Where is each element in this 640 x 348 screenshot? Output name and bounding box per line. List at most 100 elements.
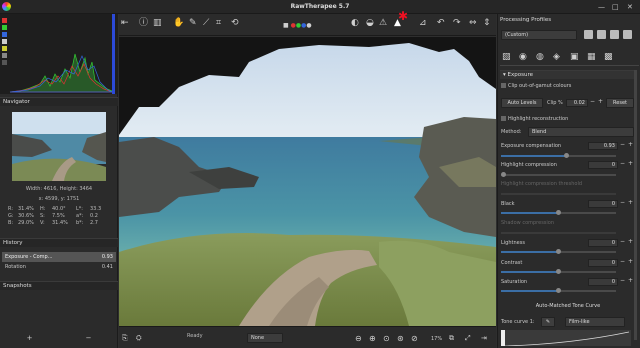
white-balance-picker-icon[interactable]: ✎: [189, 18, 197, 29]
exposure-compensation-slider[interactable]: [501, 153, 616, 158]
increase-button[interactable]: +: [628, 160, 633, 167]
hide-left-panel-icon[interactable]: ⇤: [121, 18, 129, 29]
tone-curve-graph[interactable]: [501, 330, 631, 346]
contrast-value[interactable]: 0: [588, 259, 618, 267]
navigator-thumbnail[interactable]: [12, 112, 106, 181]
histogram-graph: [9, 14, 115, 94]
new-window-icon[interactable]: ⧉: [449, 333, 454, 344]
shadow-compression-slider: [501, 232, 616, 234]
shadow-clip-icon[interactable]: ◒: [366, 18, 374, 29]
contrast-slider[interactable]: [501, 269, 616, 274]
auto-levels-button[interactable]: Auto Levels: [501, 98, 543, 108]
decrease-button[interactable]: −: [620, 258, 625, 265]
snapshots-header[interactable]: Snapshots: [0, 281, 118, 290]
increase-button[interactable]: +: [628, 199, 633, 206]
before-after-icon[interactable]: ▥: [153, 18, 162, 29]
maximize-button[interactable]: □: [612, 3, 619, 11]
saturation-value[interactable]: 0: [588, 278, 618, 286]
tab-advanced[interactable]: ◈: [553, 52, 560, 63]
exposure-compensation-value[interactable]: 0.93: [588, 142, 618, 150]
flip-vertical-icon[interactable]: ⇕: [483, 18, 491, 29]
increase-button[interactable]: +: [628, 238, 633, 245]
exposure-section-header[interactable]: ▾ Exposure: [500, 70, 637, 79]
lightness-slider[interactable]: [501, 249, 616, 254]
tone-curve-mode-select[interactable]: Film-like: [565, 317, 625, 327]
history-header[interactable]: History: [0, 238, 118, 247]
clip-decrease-button[interactable]: −: [590, 98, 595, 105]
save-profile-icon[interactable]: [597, 30, 606, 39]
tab-metadata[interactable]: ▩: [604, 52, 613, 63]
tab-transform[interactable]: ▣: [570, 52, 579, 63]
minimize-button[interactable]: —: [598, 3, 605, 11]
decrease-button[interactable]: −: [620, 277, 625, 284]
hide-right-panel-icon[interactable]: ⇥: [481, 333, 487, 344]
clip-increase-button[interactable]: +: [598, 98, 603, 105]
highlight-threshold-slider: [501, 193, 616, 195]
info-icon[interactable]: ⓘ: [139, 18, 148, 29]
profile-select[interactable]: (Custom): [501, 30, 577, 40]
history-item[interactable]: Exposure - Comp... 0.93: [2, 252, 116, 262]
increase-button[interactable]: +: [628, 258, 633, 265]
highlight-compression-value[interactable]: 0: [588, 161, 618, 169]
zoom-out-icon[interactable]: ⊖: [355, 333, 362, 344]
gamut-warning-icon[interactable]: ⚠: [379, 18, 387, 29]
remove-snapshot-button[interactable]: −: [86, 334, 92, 344]
fullscreen-icon[interactable]: ⤢: [465, 333, 471, 344]
image-preview[interactable]: [119, 37, 496, 326]
zoom-level: 17%: [431, 336, 443, 342]
decrease-button[interactable]: −: [620, 199, 625, 206]
history-item[interactable]: Rotation 0.41: [2, 262, 116, 272]
increase-button[interactable]: +: [628, 141, 633, 148]
lightness-value[interactable]: 0: [588, 239, 618, 247]
navigator-header[interactable]: Navigator: [0, 97, 118, 106]
saturation-slider[interactable]: [501, 288, 616, 293]
status-bar: ⎘ ⛭ Ready None ⊖ ⊕ ⊙ ⊛ ⊘ 17% ⧉ ⤢ ⇥: [119, 326, 496, 348]
hand-tool-icon[interactable]: ✋: [173, 18, 184, 29]
clip-percent-input[interactable]: 0.02: [566, 99, 588, 107]
histogram: [0, 14, 118, 94]
preview-channel-icons[interactable]: ■ ●●●●: [283, 20, 312, 31]
reset-button[interactable]: Reset: [606, 98, 634, 108]
highlight-reconstruction-checkbox[interactable]: Highlight reconstruction: [501, 115, 631, 124]
tab-raw[interactable]: ▦: [587, 52, 596, 63]
histogram-toggle-icon[interactable]: ⊿: [419, 18, 427, 29]
zoom-100-icon[interactable]: ⊛: [397, 333, 404, 344]
zoom-fit-icon[interactable]: ⊙: [383, 333, 390, 344]
add-snapshot-button[interactable]: +: [27, 334, 33, 344]
tab-exposure[interactable]: ▧: [502, 52, 511, 63]
focus-mask-icon[interactable]: ◐: [351, 18, 359, 29]
status-text: Ready: [187, 333, 203, 339]
flip-horizontal-icon[interactable]: ⇔: [469, 18, 477, 29]
decrease-button[interactable]: −: [620, 160, 625, 167]
black-value[interactable]: 0: [588, 200, 618, 208]
copy-profile-icon[interactable]: [610, 30, 619, 39]
zoom-in-icon[interactable]: ⊕: [369, 333, 376, 344]
decrease-button[interactable]: −: [620, 141, 625, 148]
highlight-compression-slider[interactable]: [501, 172, 616, 177]
reset-profile-icon[interactable]: [623, 30, 632, 39]
tab-detail[interactable]: ◉: [519, 52, 527, 63]
method-select[interactable]: Blend: [528, 127, 634, 137]
decrease-button[interactable]: −: [620, 238, 625, 245]
preview-profile-select[interactable]: None: [247, 333, 283, 343]
panel-scrollbar[interactable]: [634, 70, 637, 340]
rotate-icon[interactable]: ⟲: [231, 18, 239, 29]
rotate-left-icon[interactable]: ↶: [437, 18, 445, 29]
pointer-coordinates: x: 4599, y: 1751: [38, 196, 80, 202]
rotate-right-icon[interactable]: ↷: [453, 18, 461, 29]
increase-button[interactable]: +: [628, 277, 633, 284]
save-icon[interactable]: ⎘: [122, 333, 128, 344]
history-list: Exposure - Comp... 0.93 Rotation 0.41: [2, 252, 116, 272]
zoom-crop-icon[interactable]: ⊘: [411, 333, 418, 344]
window-title: RawTherapee 5.7: [290, 3, 350, 10]
tab-color[interactable]: ◍: [536, 52, 544, 63]
straighten-tool-icon[interactable]: ⟋: [203, 18, 209, 29]
queue-icon[interactable]: ⛭: [136, 333, 142, 344]
right-panel: Processing Profiles (Custom) ▧ ◉ ◍ ◈ ▣ ▦…: [497, 14, 640, 348]
crop-tool-icon[interactable]: ⌗: [216, 18, 221, 29]
clip-gamut-checkbox[interactable]: Clip out-of-gamut colours: [501, 82, 631, 91]
close-button[interactable]: ✕: [627, 3, 633, 11]
paste-profile-icon[interactable]: [584, 30, 593, 39]
black-slider[interactable]: [501, 210, 616, 215]
curve-edit-icon[interactable]: ✎: [541, 317, 555, 327]
